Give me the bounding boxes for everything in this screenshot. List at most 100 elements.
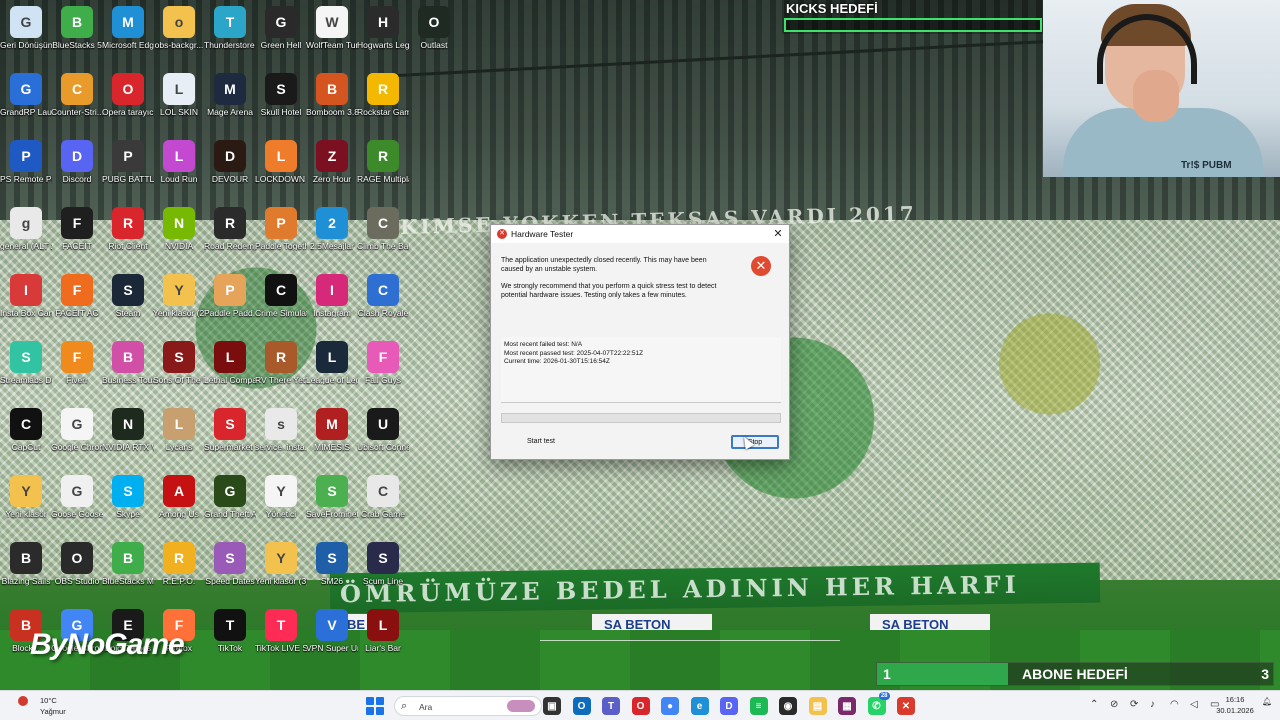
desktop-icon[interactable]: Y Yönetici xyxy=(255,475,307,519)
desktop-icon[interactable]: T TikTok xyxy=(204,609,256,653)
desktop-icon[interactable]: S Skull Hotel xyxy=(255,73,307,117)
desktop-icon[interactable]: L Lethal Company xyxy=(204,341,256,385)
desktop-icon[interactable]: D Discord xyxy=(51,140,103,184)
desktop-icon[interactable]: C Clash Royale xyxy=(357,274,409,318)
desktop-icon[interactable]: B BlueStacks Multi-Insta... xyxy=(102,542,154,586)
desktop-icon[interactable]: F FACEIT xyxy=(51,207,103,251)
desktop-icon[interactable]: O Outlast xyxy=(408,6,460,50)
desktop-icon[interactable]: C Climb The Backrooms xyxy=(357,207,409,251)
search-box[interactable]: ⌕ Ara xyxy=(394,696,542,716)
desktop-icon[interactable]: C Crab Game xyxy=(357,475,409,519)
edge-icon[interactable]: e xyxy=(690,697,709,715)
desktop-icon[interactable]: I Instagram xyxy=(306,274,358,318)
desktop-icon[interactable]: L LOL SKIN xyxy=(153,73,205,117)
dialog-titlebar[interactable]: ✕ Hardware Tester ✕ xyxy=(491,225,789,243)
desktop-icon[interactable]: B BlueStacks 5 xyxy=(51,6,103,50)
desktop-icon[interactable]: s service_insta... xyxy=(255,408,307,452)
desktop-icon[interactable]: T Thunderstore Mod Mana... xyxy=(204,6,256,50)
desktop-icon[interactable]: C Crime Simulator xyxy=(255,274,307,318)
desktop-icon[interactable]: S Scum Line xyxy=(357,542,409,586)
desktop-icon[interactable]: 2 2.5Mesajlar xyxy=(306,207,358,251)
desktop-icon[interactable]: S Supermarket Together xyxy=(204,408,256,452)
spotify-icon[interactable]: ≡ xyxy=(749,697,768,715)
desktop-icon[interactable]: S Speed Dates xyxy=(204,542,256,586)
desktop-icon[interactable]: L Liar's Bar xyxy=(357,609,409,653)
desktop-icon[interactable]: o obs-backgr... xyxy=(153,6,205,50)
winrar-icon[interactable]: ▦ xyxy=(838,697,856,715)
desktop-icon[interactable]: S SaveFrominet xyxy=(306,475,358,519)
close-button[interactable]: ✕ xyxy=(771,227,785,241)
speaker-icon[interactable]: ◁ xyxy=(1190,699,1198,710)
desktop-icon[interactable]: B Business Tour - Online Mu... xyxy=(102,341,154,385)
desktop-icon[interactable]: M Mage Arena xyxy=(204,73,256,117)
start-button[interactable] xyxy=(366,697,384,715)
desktop-icon[interactable]: F Fiverr xyxy=(51,341,103,385)
desktop-icon[interactable]: M Microsoft Edge xyxy=(102,6,154,50)
desktop-icon[interactable]: g general (ALT 2) xyxy=(0,207,52,251)
desktop-icon[interactable]: R R.E.P.O. xyxy=(153,542,205,586)
desktop-icon[interactable]: R Riot Client xyxy=(102,207,154,251)
weather-widget[interactable]: 10°C Yağmur xyxy=(6,694,86,718)
chrome-icon[interactable]: ● xyxy=(661,697,679,715)
desktop-icon[interactable]: N NVIDIA xyxy=(153,207,205,251)
desktop-icon[interactable]: U Ubisoft Connect xyxy=(357,408,409,452)
hardware-tester-icon[interactable]: ✕ xyxy=(897,697,915,715)
desktop-icon[interactable]: R Road Redemption xyxy=(204,207,256,251)
desktop-icon[interactable]: P Paddle Togeth... xyxy=(255,207,307,251)
discord-icon[interactable]: D xyxy=(720,697,738,715)
desktop-icon[interactable]: H Hogwarts Legacy xyxy=(357,6,409,50)
obs-icon[interactable]: ◉ xyxy=(779,697,797,715)
desktop-icon[interactable]: R Rockstar Games ... xyxy=(357,73,409,117)
desktop-icon[interactable]: P Paddle Padd... xyxy=(204,274,256,318)
desktop-icon[interactable]: P PS Remote Play xyxy=(0,140,52,184)
desktop-icon[interactable]: B Bomboom 3.8.7 xyxy=(306,73,358,117)
desktop-icon[interactable]: P PUBG BATTLEGR... xyxy=(102,140,154,184)
desktop-icon[interactable]: L Loud Run xyxy=(153,140,205,184)
task-view-icon[interactable]: ▣ xyxy=(543,697,561,715)
desktop-icon[interactable]: C CapCut xyxy=(0,408,52,452)
network-off-icon[interactable]: ⊘ xyxy=(1110,699,1118,710)
desktop-icon[interactable]: L Lycans xyxy=(153,408,205,452)
desktop-icon[interactable]: G GrandRP Launcher xyxy=(0,73,52,117)
file-explorer-icon[interactable]: ▤ xyxy=(808,697,827,715)
desktop-icon[interactable]: S Steam xyxy=(102,274,154,318)
mic-icon[interactable]: ♪ xyxy=(1150,699,1155,710)
desktop-icon[interactable]: S Streamlabs Desktop xyxy=(0,341,52,385)
desktop-icon[interactable]: G Green Hell xyxy=(255,6,307,50)
desktop-icon[interactable]: M MIMESIS xyxy=(306,408,358,452)
start-test-button[interactable]: Start test xyxy=(501,435,581,449)
desktop-icon[interactable]: O Opera tarayıcı xyxy=(102,73,154,117)
desktop-icon[interactable]: I Insta Box Canlı İndir Tr Info xyxy=(0,274,52,318)
desktop-icon[interactable]: R RAGE Multiplayer xyxy=(357,140,409,184)
wifi-icon[interactable]: ◠ xyxy=(1170,699,1179,710)
outlook-icon[interactable]: O xyxy=(572,697,591,715)
desktop-icon[interactable]: F Fall Guys xyxy=(357,341,409,385)
desktop-icon[interactable]: Y Yeni klasör (3) xyxy=(255,542,307,586)
desktop-icon[interactable]: S Sons Of The Forest xyxy=(153,341,205,385)
opera-icon[interactable]: O xyxy=(631,697,650,715)
sync-icon[interactable]: ⟳ xyxy=(1130,699,1138,710)
desktop-icon[interactable]: B Blazing Sails xyxy=(0,542,52,586)
desktop-icon[interactable]: G Geri Dönüşüm xyxy=(0,6,52,50)
desktop-icon[interactable]: G Goose Goose Duck xyxy=(51,475,103,519)
desktop-icon[interactable]: S SM26 xyxy=(306,542,358,586)
desktop-icon[interactable]: Y Yeni klasör xyxy=(0,475,52,519)
clock[interactable]: 16:16 30.01.2026 xyxy=(1212,694,1258,716)
whatsapp-icon[interactable]: ✆ 28 xyxy=(867,692,890,715)
desktop-icon[interactable]: L League of Legends xyxy=(306,341,358,385)
desktop-icon[interactable]: C Counter-Stri... 2 xyxy=(51,73,103,117)
desktop-icon[interactable]: D DEVOUR xyxy=(204,140,256,184)
desktop-icon[interactable]: R RV There Yet? xyxy=(255,341,307,385)
desktop-icon[interactable]: N NVIDIA RTX Voice xyxy=(102,408,154,452)
desktop-icon[interactable]: A Among Us xyxy=(153,475,205,519)
desktop-icon[interactable]: F FACEIT AC xyxy=(51,274,103,318)
desktop-icon[interactable]: O OBS Studio xyxy=(51,542,103,586)
desktop-icon[interactable]: Y Yeni klasör (2) xyxy=(153,274,205,318)
desktop-icon[interactable]: G Grand Theft Auto V Le... xyxy=(204,475,256,519)
desktop-icon[interactable]: W WolfTeam Turkiye xyxy=(306,6,358,50)
notification-bell-icon[interactable]: 🔔︎ xyxy=(1262,697,1276,711)
chevron-up-icon[interactable]: ⌃ xyxy=(1090,699,1098,710)
desktop-icon[interactable]: L LOCKDOWN Protocol xyxy=(255,140,307,184)
desktop-icon[interactable]: G Google Chrome xyxy=(51,408,103,452)
desktop-icon[interactable]: Z Zero Hour xyxy=(306,140,358,184)
